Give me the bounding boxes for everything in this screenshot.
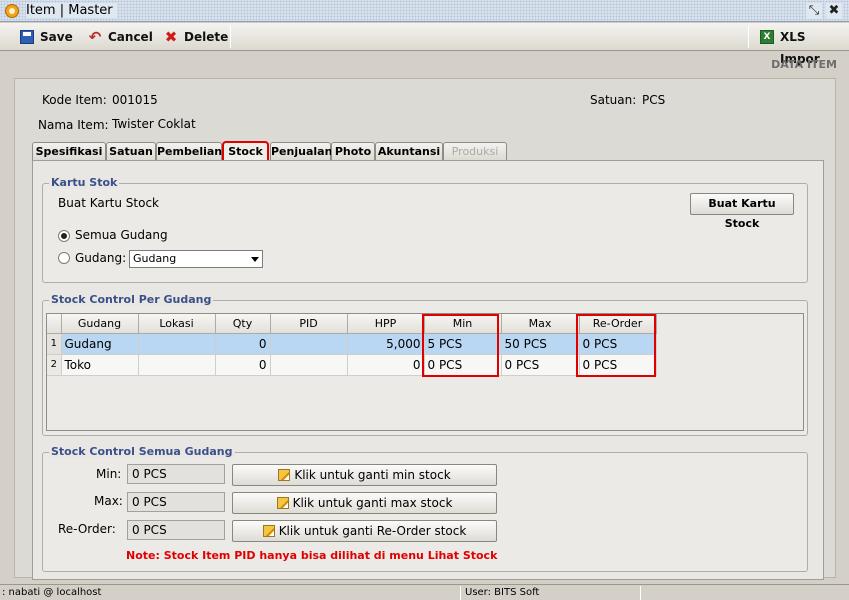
nama-item-label: Nama Item:	[38, 118, 109, 132]
edit-icon	[276, 497, 289, 509]
column-header-min[interactable]: Min	[424, 314, 502, 334]
xls-import-button[interactable]: X XLS Impor	[756, 26, 849, 66]
cell-gudang[interactable]: Toko	[61, 354, 139, 376]
connection-status: : nabati @ localhost	[2, 587, 102, 598]
status-bar: : nabati @ localhost User: BITS Soft	[0, 584, 849, 600]
kode-item-value: 001015	[112, 93, 158, 107]
cell-gudang[interactable]: Gudang	[61, 333, 139, 355]
change-min-stock-label: Klik untuk ganti min stock	[294, 468, 451, 482]
tab-akuntansi[interactable]: Akuntansi	[375, 142, 443, 161]
column-header-hpp[interactable]: HPP	[347, 314, 425, 334]
column-header-max[interactable]: Max	[501, 314, 580, 334]
satuan-label: Satuan:	[590, 93, 637, 107]
max-label: Max:	[94, 494, 123, 508]
change-min-stock-button[interactable]: Klik untuk ganti min stock	[232, 464, 497, 486]
app-icon	[5, 4, 19, 18]
min-stock-field: 0 PCS	[127, 464, 225, 484]
cell-max[interactable]: 0 PCS	[501, 354, 580, 376]
column-header-pid[interactable]: PID	[270, 314, 348, 334]
table-row[interactable]: 1 Gudang 0 5,000 5 PCS 50 PCS 0 PCS	[47, 333, 657, 355]
cell-qty[interactable]: 0	[215, 333, 271, 355]
nama-item-value: Twister Coklat	[112, 117, 196, 131]
window-title: Item | Master	[26, 3, 117, 18]
cell-hpp[interactable]: 5,000	[347, 333, 425, 355]
cell-min[interactable]: 5 PCS	[424, 333, 502, 355]
cell-lokasi[interactable]	[138, 333, 216, 355]
status-separator	[640, 586, 641, 600]
delete-button[interactable]: ✖ Delete	[160, 26, 229, 48]
stock-table: Gudang Lokasi Qty PID HPP Min Max Re-Ord…	[47, 314, 657, 376]
section-label: DATA ITEM	[771, 58, 837, 71]
edit-icon	[278, 469, 291, 481]
save-label: Save	[40, 30, 73, 44]
buat-kartu-stock-button[interactable]: Buat Kartu Stock	[690, 193, 794, 230]
gudang-radio[interactable]	[58, 252, 70, 264]
cell-qty[interactable]: 0	[215, 354, 271, 376]
title-bar: Item | Master ⤡ ✖	[0, 0, 849, 22]
cell-pid[interactable]	[270, 354, 348, 376]
cell-reorder[interactable]: 0 PCS	[579, 354, 657, 376]
close-icon[interactable]: ✖	[826, 3, 842, 19]
column-header-lokasi[interactable]: Lokasi	[138, 314, 216, 334]
max-stock-field: 0 PCS	[127, 492, 225, 512]
save-icon	[20, 30, 34, 44]
column-header-reorder[interactable]: Re-Order	[579, 314, 657, 334]
excel-icon: X	[760, 30, 774, 44]
kartu-stok-description: Buat Kartu Stock	[58, 196, 159, 210]
kartu-stok-title: Kartu Stok	[49, 176, 120, 189]
toolbar-separator	[230, 26, 231, 48]
row-number-header	[47, 314, 62, 334]
cancel-button[interactable]: ↶ Cancel	[84, 26, 153, 48]
semua-gudang-label: Semua Gudang	[75, 228, 168, 242]
row-number: 2	[47, 354, 62, 376]
save-button[interactable]: Save	[16, 26, 73, 48]
reorder-stock-field: 0 PCS	[127, 520, 225, 540]
change-reorder-stock-button[interactable]: Klik untuk ganti Re-Order stock	[232, 520, 497, 542]
gudang-select[interactable]: Gudang	[129, 250, 263, 268]
undo-icon: ↶	[88, 28, 102, 46]
dropdown-arrow-icon	[251, 257, 259, 262]
edit-icon	[262, 525, 275, 537]
column-header-gudang[interactable]: Gudang	[61, 314, 139, 334]
tab-pembelian[interactable]: Pembelian	[156, 142, 222, 161]
cell-reorder[interactable]: 0 PCS	[579, 333, 657, 355]
stock-grid[interactable]: Gudang Lokasi Qty PID HPP Min Max Re-Ord…	[46, 313, 804, 431]
min-label: Min:	[96, 467, 122, 481]
cell-hpp[interactable]: 0	[347, 354, 425, 376]
tab-penjualan[interactable]: Penjualan	[270, 142, 332, 161]
change-max-stock-label: Klik untuk ganti max stock	[292, 496, 453, 510]
status-separator	[460, 586, 461, 600]
cell-max[interactable]: 50 PCS	[501, 333, 580, 355]
tab-photo[interactable]: Photo	[331, 142, 375, 161]
semua-gudang-radio[interactable]	[58, 230, 70, 242]
stock-control-semua-gudang-title: Stock Control Semua Gudang	[49, 445, 235, 458]
toolbar-separator	[748, 26, 749, 48]
reorder-label: Re-Order:	[58, 522, 116, 536]
cell-lokasi[interactable]	[138, 354, 216, 376]
toolbar: Save ↶ Cancel ✖ Delete X XLS Impor	[0, 23, 849, 66]
stock-control-per-gudang-title: Stock Control Per Gudang	[49, 293, 214, 306]
gudang-radio-label: Gudang:	[75, 251, 127, 265]
stock-table-header: Gudang Lokasi Qty PID HPP Min Max Re-Ord…	[47, 314, 657, 334]
delete-label: Delete	[184, 30, 229, 44]
restore-icon[interactable]: ⤡	[806, 3, 822, 19]
cell-pid[interactable]	[270, 333, 348, 355]
tab-spesifikasi[interactable]: Spesifikasi	[32, 142, 106, 161]
tab-stock[interactable]: Stock	[222, 141, 269, 162]
kode-item-label: Kode Item:	[42, 93, 107, 107]
row-number: 1	[47, 333, 62, 355]
gudang-select-value: Gudang	[133, 252, 177, 265]
change-max-stock-button[interactable]: Klik untuk ganti max stock	[232, 492, 497, 514]
delete-icon: ✖	[164, 28, 178, 46]
tab-produksi: Produksi	[443, 142, 507, 161]
satuan-value: PCS	[642, 93, 666, 107]
change-reorder-stock-label: Klik untuk ganti Re-Order stock	[278, 524, 467, 538]
cancel-label: Cancel	[108, 30, 153, 44]
column-header-qty[interactable]: Qty	[215, 314, 271, 334]
table-row[interactable]: 2 Toko 0 0 0 PCS 0 PCS 0 PCS	[47, 354, 657, 376]
user-status: User: BITS Soft	[465, 587, 540, 598]
tab-satuan[interactable]: Satuan	[106, 142, 156, 161]
cell-min[interactable]: 0 PCS	[424, 354, 502, 376]
pid-note: Note: Stock Item PID hanya bisa dilihat …	[126, 549, 498, 562]
